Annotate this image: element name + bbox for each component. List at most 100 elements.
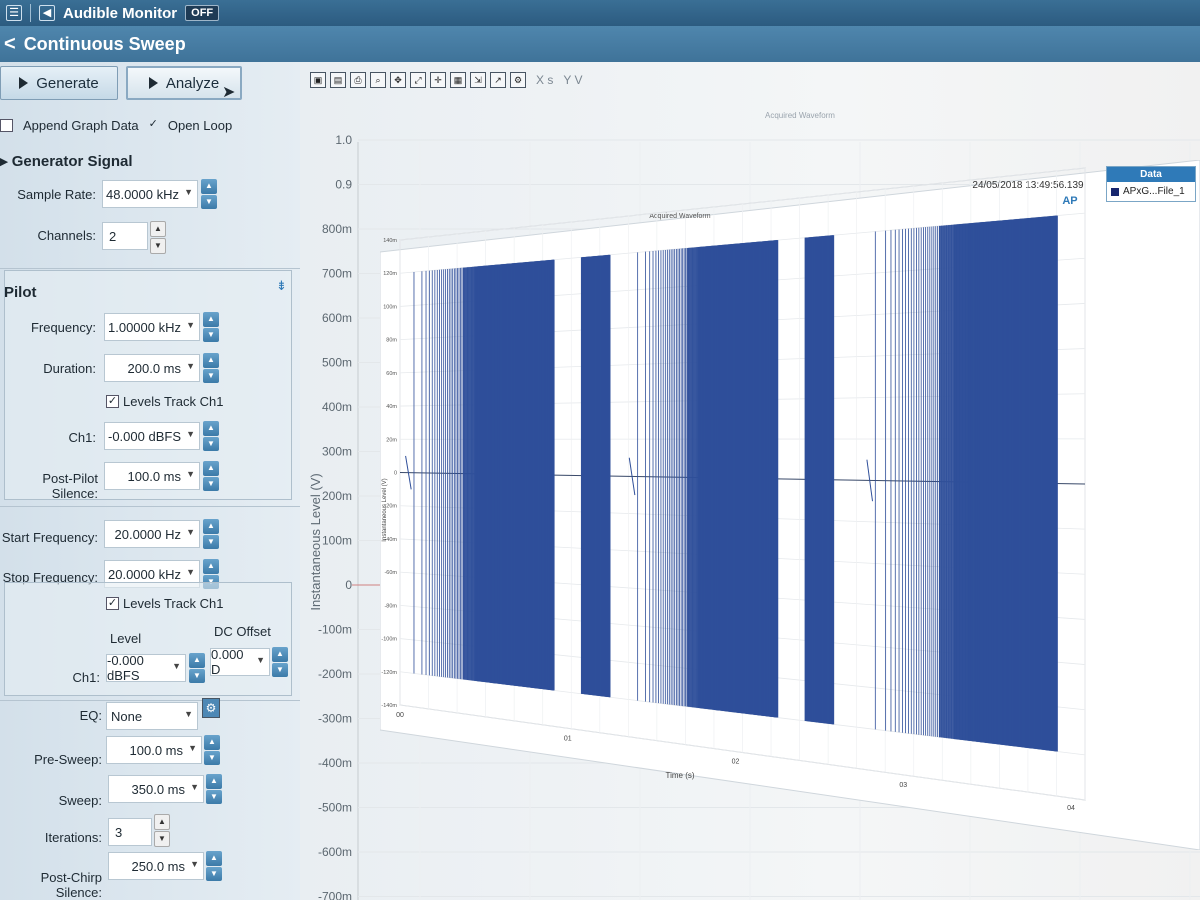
- chart-title: Acquired Waveform: [649, 213, 710, 220]
- background-y-tick-label: 300m: [322, 445, 352, 459]
- eq-select[interactable]: None ▼: [106, 702, 198, 730]
- start-frequency-stepper[interactable]: ▲ ▼: [203, 519, 219, 549]
- level-column-header: Level: [110, 631, 142, 646]
- legend-header: Data: [1107, 167, 1195, 182]
- print-icon[interactable]: ⎙: [350, 72, 366, 88]
- pilot-duration-label: Duration:: [43, 361, 96, 376]
- pilot-duration-stepper[interactable]: ▲ ▼: [203, 353, 219, 383]
- save-icon[interactable]: ▣: [310, 72, 326, 88]
- background-y-tick-label: -700m: [318, 890, 352, 900]
- sample-rate-field[interactable]: 48.0000 kHz ▼: [102, 180, 198, 208]
- export-icon[interactable]: ⇲: [470, 72, 486, 88]
- start-frequency-label: Start Frequency:: [1, 530, 98, 545]
- background-y-tick-label: -600m: [318, 845, 352, 859]
- y-tick-label: 120m: [383, 271, 397, 277]
- pan-icon[interactable]: ✛: [430, 72, 446, 88]
- sweep-duration-field[interactable]: 350.0 ms ▼: [108, 775, 204, 803]
- pilot-frequency-stepper[interactable]: ▲ ▼: [203, 312, 219, 342]
- generator-signal-heading[interactable]: ▸ Generator Signal: [0, 152, 133, 170]
- append-graph-data-checkbox[interactable]: [0, 119, 13, 132]
- background-chart-title: Acquired Waveform: [765, 111, 835, 120]
- sweep-duration-stepper[interactable]: ▲ ▼: [206, 774, 222, 804]
- x-tick-label: 01: [564, 735, 572, 742]
- table-icon[interactable]: ▦: [450, 72, 466, 88]
- background-y-tick-label: -200m: [318, 667, 352, 681]
- sweep-ch1-dc-offset-stepper[interactable]: ▲ ▼: [272, 647, 288, 677]
- start-frequency-field[interactable]: 20.0000 Hz ▼: [104, 520, 200, 548]
- pilot-ch1-field[interactable]: -0.000 dBFS ▼: [104, 422, 200, 450]
- x-tick-label: 03: [899, 782, 907, 789]
- sweep-ch1-label: Ch1:: [72, 670, 100, 685]
- y-axis-label: Instantaneous Level (V): [382, 478, 388, 541]
- y-tick-label: -40m: [384, 537, 397, 543]
- waveform-dense-region: [938, 215, 1058, 752]
- waveform-dense-region: [686, 240, 778, 718]
- channels-stepper[interactable]: ▲ ▼: [150, 221, 166, 254]
- background-y-tick-label: -300m: [318, 712, 352, 726]
- post-chirp-silence-field[interactable]: 250.0 ms ▼: [108, 852, 204, 880]
- background-y-tick-label: -500m: [318, 801, 352, 815]
- zoom-icon[interactable]: ⌕: [370, 72, 386, 88]
- fit-icon[interactable]: ✥: [390, 72, 406, 88]
- sweep-levels-track-label: Levels Track Ch1: [123, 596, 224, 611]
- legend-swatch: [1111, 187, 1119, 196]
- app-menu-icon[interactable]: ☰: [6, 5, 22, 21]
- y-tick-label: -100m: [381, 637, 397, 643]
- sample-rate-stepper[interactable]: ▲ ▼: [201, 179, 217, 209]
- sweep-ch1-level-stepper[interactable]: ▲ ▼: [189, 653, 205, 683]
- background-y-tick-label: 1.0: [335, 133, 352, 147]
- legend-item[interactable]: APxG...File_1: [1107, 182, 1195, 201]
- pre-sweep-stepper[interactable]: ▲ ▼: [204, 735, 220, 765]
- pre-sweep-field[interactable]: 100.0 ms ▼: [106, 736, 202, 764]
- eq-label: EQ:: [79, 708, 102, 723]
- y-tick-label: -20m: [384, 504, 397, 510]
- background-y-tick-label: 100m: [322, 534, 352, 548]
- background-y-tick-label: 700m: [322, 267, 352, 281]
- pilot-duration-field[interactable]: 200.0 ms ▼: [104, 354, 200, 382]
- y-tick-label: 100m: [383, 304, 397, 310]
- post-pilot-silence-stepper[interactable]: ▲ ▼: [203, 461, 219, 491]
- pilot-levels-track-checkbox[interactable]: ✓: [106, 395, 119, 408]
- sweep-levels-track-row: ✓ Levels Track Ch1: [106, 596, 223, 611]
- generate-button-label: Generate: [36, 74, 99, 92]
- audible-monitor-toggle[interactable]: OFF: [185, 5, 220, 21]
- pilot-burst: [580, 254, 611, 698]
- sweep-levels-track-checkbox[interactable]: ✓: [106, 597, 119, 610]
- append-graph-data-label: Append Graph Data: [23, 118, 139, 133]
- settings-icon[interactable]: ⚙: [510, 72, 526, 88]
- x-axis-unit-select[interactable]: X s: [536, 73, 553, 87]
- play-icon: [19, 77, 29, 89]
- pilot-ch1-label: Ch1:: [68, 430, 96, 445]
- pin-icon[interactable]: ⇟: [276, 278, 287, 294]
- iterations-label: Iterations:: [44, 830, 102, 845]
- background-y-tick-label: 200m: [322, 489, 352, 503]
- iterations-field[interactable]: 3: [108, 818, 152, 846]
- section-divider: [0, 506, 300, 507]
- sweep-ch1-level-field[interactable]: -0.000 dBFS ▼: [106, 653, 186, 683]
- post-chirp-silence-stepper[interactable]: ▲ ▼: [206, 851, 222, 881]
- page-title: Continuous Sweep: [23, 33, 186, 54]
- y-tick-label: -80m: [384, 603, 397, 609]
- waveform-dense-region: [462, 259, 554, 691]
- post-pilot-silence-field[interactable]: 100.0 ms ▼: [104, 462, 200, 490]
- y-tick-label: 80m: [386, 338, 397, 344]
- pilot-ch1-stepper[interactable]: ▲ ▼: [203, 421, 219, 451]
- save-as-icon[interactable]: ▤: [330, 72, 346, 88]
- pilot-frequency-field[interactable]: 1.00000 kHz ▼: [104, 313, 200, 341]
- y-tick-label: -120m: [381, 670, 397, 676]
- y-axis-unit-select[interactable]: Y V: [563, 73, 582, 87]
- eq-settings-gear-icon[interactable]: ⚙: [202, 698, 220, 718]
- pilot-levels-track-row: ✓ Levels Track Ch1: [106, 394, 223, 409]
- waveform-chart: 24/05/2018 13:49:56.139 AP Acquired Wave…: [379, 159, 1200, 851]
- zoom-extents-icon[interactable]: ⤢: [410, 72, 426, 88]
- generate-button[interactable]: Generate: [0, 66, 118, 100]
- cursor-tool-icon[interactable]: ↗: [490, 72, 506, 88]
- legend-item-label: APxG...File_1: [1123, 186, 1185, 197]
- background-y-tick-label: 400m: [322, 400, 352, 414]
- open-loop-checkbox[interactable]: ✓: [149, 119, 158, 132]
- channels-field[interactable]: 2: [102, 222, 148, 250]
- sweep-ch1-dc-offset-field[interactable]: 0.000 D ▼: [210, 647, 270, 677]
- x-tick-label: 00: [396, 712, 404, 719]
- iterations-stepper[interactable]: ▲ ▼: [154, 814, 170, 847]
- back-chevron-icon[interactable]: <: [4, 33, 16, 56]
